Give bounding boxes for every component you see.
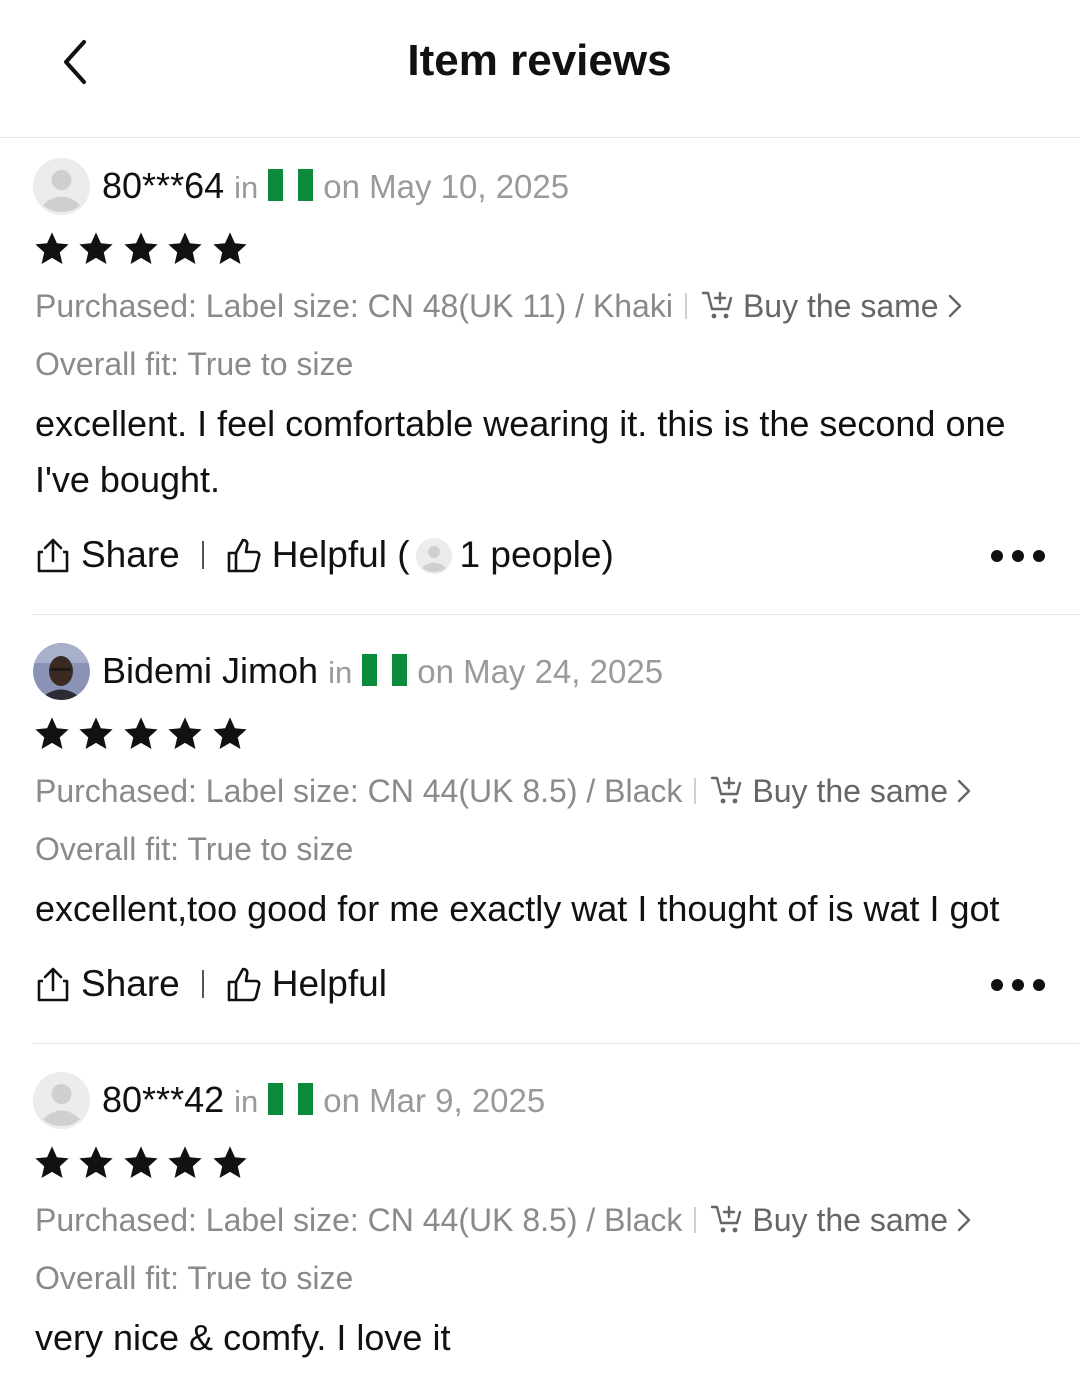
reviewer-line: Bidemi Jimoh in on May 24, 2025 xyxy=(102,649,663,695)
divider xyxy=(684,293,687,319)
buy-the-same-label: Buy the same xyxy=(742,288,939,324)
divider xyxy=(694,1207,697,1233)
star-icon xyxy=(213,232,247,265)
add-to-cart-icon xyxy=(711,776,742,804)
helpful-label: Helpful xyxy=(271,963,387,1004)
helpful-label: Helpful ( xyxy=(271,534,410,575)
reviewer-name: Bidemi Jimoh xyxy=(102,650,319,691)
avatar[interactable] xyxy=(33,158,90,215)
star-icon xyxy=(124,232,158,265)
more-options-button[interactable] xyxy=(991,975,1045,995)
nigeria-flag-icon xyxy=(362,654,408,686)
thumbs-up-icon xyxy=(227,538,261,573)
star-rating xyxy=(33,230,251,268)
review-text: excellent,too good for me exactly wat I … xyxy=(35,888,1000,929)
share-icon xyxy=(37,538,69,573)
star-icon xyxy=(35,1146,69,1179)
in-label: in xyxy=(234,1084,259,1119)
share-label: Share xyxy=(81,534,180,575)
in-label: in xyxy=(234,170,259,205)
chevron-right-icon xyxy=(948,294,961,318)
buy-the-same-button[interactable]: Buy the same xyxy=(710,771,972,811)
avatar[interactable] xyxy=(33,1072,90,1129)
default-avatar-icon xyxy=(33,1072,90,1129)
chevron-right-icon xyxy=(957,779,971,803)
helpful-button[interactable]: Helpful xyxy=(226,962,387,1006)
star-rating xyxy=(33,715,251,753)
overall-fit: Overall fit: True to size xyxy=(35,346,354,382)
avatar[interactable] xyxy=(33,643,90,700)
star-icon xyxy=(124,1146,158,1179)
more-dot xyxy=(1033,979,1045,991)
purchase-info: Purchased: Label size: CN 48(UK 11) / Kh… xyxy=(35,286,963,326)
add-to-cart-icon xyxy=(711,1205,742,1233)
overall-fit: Overall fit: True to size xyxy=(35,1260,354,1296)
review-text: excellent. I feel comfortable wearing it… xyxy=(35,403,1006,500)
more-dot xyxy=(991,550,1003,562)
review-divider xyxy=(33,614,1079,615)
review-date: on May 24, 2025 xyxy=(417,653,664,690)
star-icon xyxy=(79,1146,114,1179)
review-text: very nice & comfy. I love it xyxy=(35,1317,451,1358)
star-icon xyxy=(168,717,202,750)
buy-the-same-label: Buy the same xyxy=(752,773,949,809)
share-label: Share xyxy=(81,963,180,1004)
review-actions: Share Helpful ( 1 people) xyxy=(35,533,614,577)
star-icon xyxy=(213,1146,247,1179)
nigeria-flag-icon xyxy=(268,169,314,201)
buy-the-same-label: Buy the same xyxy=(752,1202,949,1238)
review-divider xyxy=(33,1043,1079,1044)
share-icon xyxy=(37,967,69,1002)
more-dot xyxy=(1012,979,1024,991)
user-photo-avatar-icon xyxy=(33,643,90,700)
reviewer-line: 80***42 in on Mar 9, 2025 xyxy=(102,1078,545,1124)
add-to-cart-icon xyxy=(701,291,733,319)
purchased-variant: Purchased: Label size: CN 44(UK 8.5) / B… xyxy=(35,773,683,809)
review-date: on Mar 9, 2025 xyxy=(323,1082,546,1119)
star-rating xyxy=(33,1144,251,1182)
default-avatar-icon xyxy=(415,538,452,574)
helpful-button[interactable]: Helpful ( 1 people) xyxy=(226,533,614,577)
header-bar: Item reviews xyxy=(0,0,1079,138)
helpful-count: 1 people) xyxy=(459,534,614,575)
purchase-info: Purchased: Label size: CN 44(UK 8.5) / B… xyxy=(35,771,972,811)
star-icon xyxy=(35,717,69,750)
star-icon xyxy=(213,717,247,750)
reviewer-name: 80***64 xyxy=(102,165,225,206)
share-button[interactable]: Share xyxy=(35,533,180,577)
nigeria-flag-icon xyxy=(268,1083,314,1115)
divider xyxy=(694,778,697,804)
star-icon xyxy=(79,717,114,750)
more-dot xyxy=(1033,550,1045,562)
default-avatar-icon xyxy=(33,158,90,215)
buy-the-same-button[interactable]: Buy the same xyxy=(710,1200,972,1240)
more-dot xyxy=(1012,550,1024,562)
helper-avatar xyxy=(415,538,452,574)
more-options-button[interactable] xyxy=(991,546,1045,566)
star-icon xyxy=(35,232,69,265)
purchase-info: Purchased: Label size: CN 44(UK 8.5) / B… xyxy=(35,1200,972,1240)
star-icon xyxy=(168,1146,202,1179)
chevron-right-icon xyxy=(957,1208,971,1232)
share-button[interactable]: Share xyxy=(35,962,180,1006)
reviewer-name: 80***42 xyxy=(102,1079,225,1120)
star-icon xyxy=(79,232,114,265)
buy-the-same-button[interactable]: Buy the same xyxy=(701,286,963,326)
review-actions: Share Helpful xyxy=(35,962,387,1006)
purchased-variant: Purchased: Label size: CN 44(UK 8.5) / B… xyxy=(35,1202,683,1238)
star-icon xyxy=(124,717,158,750)
overall-fit: Overall fit: True to size xyxy=(35,831,354,867)
star-icon xyxy=(168,232,202,265)
reviewer-line: 80***64 in on May 10, 2025 xyxy=(102,164,569,210)
page-title: Item reviews xyxy=(407,36,672,85)
purchased-variant: Purchased: Label size: CN 48(UK 11) / Kh… xyxy=(35,288,673,324)
divider xyxy=(201,541,204,569)
review-date: on May 10, 2025 xyxy=(323,168,570,205)
thumbs-up-icon xyxy=(227,967,261,1002)
in-label: in xyxy=(328,655,353,690)
divider xyxy=(201,970,204,998)
more-dot xyxy=(991,979,1003,991)
